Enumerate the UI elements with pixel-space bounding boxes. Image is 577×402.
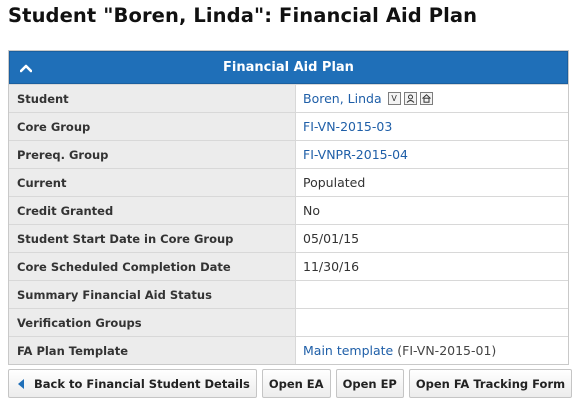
row-value: 11/30/16	[296, 253, 568, 280]
row-completion-date: Core Scheduled Completion Date 11/30/16	[9, 252, 568, 280]
row-value: Main template (FI-VN-2015-01)	[296, 337, 568, 364]
row-value: FI-VNPR-2015-04	[296, 141, 568, 168]
open-ea-button[interactable]: Open EA	[261, 369, 331, 398]
row-core-group: Core Group FI-VN-2015-03	[9, 112, 568, 140]
row-value	[296, 281, 568, 308]
row-label: FA Plan Template	[9, 337, 296, 364]
row-label: Verification Groups	[9, 309, 296, 336]
back-button-label: Back to Financial Student Details	[34, 376, 250, 391]
home-icon[interactable]	[419, 92, 433, 105]
row-label: Prereq. Group	[9, 141, 296, 168]
row-current: Current Populated	[9, 168, 568, 196]
row-label: Current	[9, 169, 296, 196]
panel-header: Financial Aid Plan	[9, 51, 568, 84]
row-value: 05/01/15	[296, 225, 568, 252]
chevron-up-icon[interactable]	[18, 60, 34, 76]
student-link[interactable]: Boren, Linda	[303, 91, 382, 106]
open-fa-tracking-form-button[interactable]: Open FA Tracking Form	[408, 369, 573, 398]
row-credit-granted: Credit Granted No	[9, 196, 568, 224]
row-label: Summary Financial Aid Status	[9, 281, 296, 308]
page-title: Student "Boren, Linda": Financial Aid Pl…	[8, 4, 478, 27]
row-value: Boren, Linda V	[296, 85, 568, 112]
row-label: Core Group	[9, 113, 296, 140]
row-value	[296, 309, 568, 336]
row-label: Student	[9, 85, 296, 112]
person-icon[interactable]	[403, 92, 417, 105]
panel-bottom-border	[9, 364, 568, 365]
row-value: No	[296, 197, 568, 224]
row-fa-plan-template: FA Plan Template Main template (FI-VN-20…	[9, 336, 568, 364]
row-value: FI-VN-2015-03	[296, 113, 568, 140]
prereq-group-link[interactable]: FI-VNPR-2015-04	[303, 147, 408, 162]
row-value: Populated	[296, 169, 568, 196]
back-button[interactable]: Back to Financial Student Details	[8, 369, 257, 398]
back-arrow-icon	[18, 378, 24, 389]
row-start-date: Student Start Date in Core Group 05/01/1…	[9, 224, 568, 252]
action-buttons: Back to Financial Student Details Open E…	[8, 369, 573, 398]
row-verification-groups: Verification Groups	[9, 308, 568, 336]
core-group-link[interactable]: FI-VN-2015-03	[303, 119, 392, 134]
fa-plan-template-code: (FI-VN-2015-01)	[397, 343, 497, 358]
row-label: Core Scheduled Completion Date	[9, 253, 296, 280]
row-label: Credit Granted	[9, 197, 296, 224]
financial-aid-plan-panel: Financial Aid Plan Student Boren, Linda …	[8, 50, 569, 365]
panel-title: Financial Aid Plan	[223, 60, 354, 75]
open-ep-button[interactable]: Open EP	[335, 369, 404, 398]
row-prereq-group: Prereq. Group FI-VNPR-2015-04	[9, 140, 568, 168]
open-fa-tracking-label: Open FA Tracking Form	[415, 376, 566, 391]
fa-plan-template-link[interactable]: Main template	[303, 343, 393, 358]
row-summary-status: Summary Financial Aid Status	[9, 280, 568, 308]
row-label: Student Start Date in Core Group	[9, 225, 296, 252]
row-student: Student Boren, Linda V	[9, 84, 568, 112]
open-ea-label: Open EA	[268, 376, 324, 391]
open-ep-label: Open EP	[342, 376, 397, 391]
v-badge-icon[interactable]: V	[387, 92, 401, 105]
